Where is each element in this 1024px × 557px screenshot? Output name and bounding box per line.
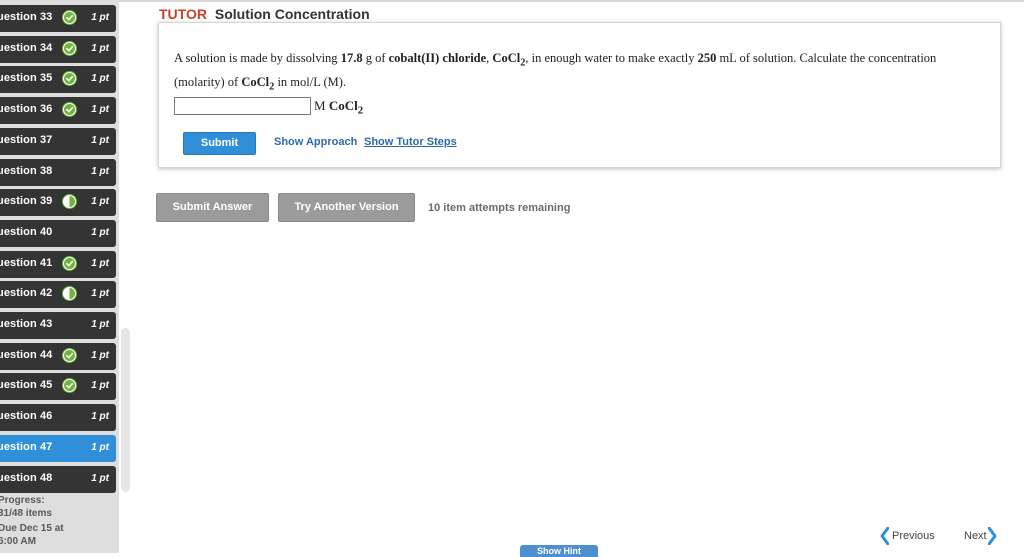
question-label: uestion 46 [0, 410, 53, 423]
question-label: uestion 48 [0, 471, 53, 484]
sidebar-scrollbar[interactable] [121, 328, 130, 492]
question-item[interactable]: uestion 33 1 pt [0, 5, 116, 32]
question-points: 1 pt [91, 257, 109, 269]
question-label: uestion 39 [0, 195, 53, 208]
question-item[interactable]: uestion 36 1 pt [0, 97, 116, 125]
top-border [0, 0, 1024, 2]
question-label: uestion 47 [0, 440, 53, 453]
question-label: uestion 38 [0, 164, 53, 177]
check-circle-icon [62, 10, 77, 25]
check-circle-icon [62, 347, 77, 363]
unit-base: CoCl [328, 98, 358, 113]
due-date: Due Dec 15 at 6:00 AM [0, 522, 108, 548]
answer-unit: M CoCl2 [314, 98, 363, 117]
title-text: Solution Concentration [214, 6, 370, 22]
try-another-version-button[interactable]: Try Another Version [278, 193, 415, 222]
question-label: uestion 45 [0, 379, 53, 392]
next-link[interactable]: Next [964, 530, 987, 542]
due-line-2: 6:00 AM [0, 536, 36, 547]
volume-value: 250 [697, 51, 717, 65]
check-circle-icon [62, 40, 77, 56]
partial-check-icon [62, 286, 77, 302]
attempts-remaining: 10 item attempts remaining [428, 202, 571, 214]
question-label: uestion 44 [0, 348, 53, 361]
question-points: 1 pt [91, 165, 109, 177]
compound-name: cobalt(II) chloride [388, 51, 487, 65]
page-title: TUTOR Solution Concentration [159, 6, 370, 22]
question-points: 1 pt [91, 42, 109, 54]
problem-text-6: in mol/L (M). [274, 74, 347, 89]
unit-sub: 2 [357, 104, 364, 117]
question-item[interactable]: uestion 45 1 pt [0, 373, 116, 401]
question-label: uestion 35 [0, 72, 53, 85]
question-item[interactable]: uestion 42 1 pt [0, 281, 116, 309]
question-points: 1 pt [91, 104, 109, 116]
problem-text: A solution is made by dissolving 17.8 g … [174, 49, 974, 96]
due-line-1: Due Dec 15 at [0, 523, 64, 534]
show-tutor-steps-link[interactable]: Show Tutor Steps [364, 136, 457, 148]
question-label: uestion 43 [0, 318, 53, 330]
formula-base: CoCl [492, 51, 521, 65]
question-card: A solution is made by dissolving 17.8 g … [158, 22, 1001, 168]
question-item[interactable]: uestion 37 1 pt [0, 127, 116, 155]
question-label: uestion 42 [0, 287, 53, 300]
answer-input[interactable] [174, 97, 311, 115]
question-points: 1 pt [91, 73, 109, 85]
question-item[interactable]: uestion 40 1 pt [0, 219, 116, 247]
previous-link[interactable]: Previous [892, 530, 935, 542]
unit-prefix: M [314, 98, 329, 113]
question-label: uestion 34 [0, 41, 53, 54]
partial-check-icon [62, 194, 77, 210]
problem-text-1: A solution is made by dissolving [174, 51, 341, 65]
question-item[interactable]: uestion 38 1 pt [0, 158, 116, 186]
question-points: 1 pt [91, 472, 109, 484]
question-points: 1 pt [91, 288, 109, 300]
question-item[interactable]: uestion 43 1 pt [0, 312, 116, 339]
question-item[interactable]: uestion 44 1 pt [0, 342, 116, 370]
question-points: 1 pt [91, 411, 109, 423]
chevron-left-icon[interactable] [880, 527, 889, 545]
show-approach-link[interactable]: Show Approach [274, 136, 357, 148]
question-label: uestion 37 [0, 133, 53, 146]
check-circle-icon [62, 255, 77, 271]
question-points: 1 pt [91, 441, 109, 453]
question-points: 1 pt [91, 196, 109, 208]
progress-label: Progress: [0, 495, 45, 506]
question-item[interactable]: uestion 46 1 pt [0, 404, 116, 432]
question-item[interactable]: uestion 39 1 pt [0, 189, 116, 217]
tutor-tag: TUTOR [159, 6, 207, 22]
submit-answer-button[interactable]: Submit Answer [156, 193, 269, 222]
check-circle-icon [62, 102, 77, 118]
progress-info: Progress: 31/48 items [0, 494, 52, 520]
submit-button[interactable]: Submit [183, 132, 256, 155]
question-label: uestion 41 [0, 256, 53, 269]
chevron-right-icon[interactable] [988, 527, 997, 545]
question-label: uestion 33 [0, 11, 53, 23]
progress-value: 31/48 items [0, 508, 52, 519]
question-label: uestion 40 [0, 225, 53, 238]
problem-text-2: g of [362, 51, 389, 65]
question-sidebar: uestion 33 1 pt uestion 34 1 pt uestion 35 1 … [0, 0, 119, 553]
question-points: 1 pt [91, 380, 109, 392]
check-circle-icon [62, 71, 77, 87]
question-item[interactable]: uestion 35 1 pt [0, 66, 116, 94]
problem-text-4: , in enough water to make exactly [525, 51, 698, 65]
formula2-base: CoCl [241, 74, 270, 89]
show-hint-tab[interactable]: Show Hint [520, 545, 598, 557]
question-item[interactable]: uestion 34 1 pt [0, 35, 116, 63]
question-points: 1 pt [91, 134, 109, 146]
question-label: uestion 36 [0, 103, 53, 116]
question-item[interactable]: uestion 48 1 pt [0, 465, 116, 493]
question-item[interactable]: uestion 47 1 pt [0, 434, 116, 462]
question-points: 1 pt [91, 226, 109, 238]
question-points: 1 pt [91, 349, 109, 361]
question-item[interactable]: uestion 41 1 pt [0, 250, 116, 278]
question-points: 1 pt [91, 12, 109, 23]
check-circle-icon [62, 378, 77, 394]
question-points: 1 pt [91, 319, 109, 330]
mass-value: 17.8 [340, 51, 363, 65]
